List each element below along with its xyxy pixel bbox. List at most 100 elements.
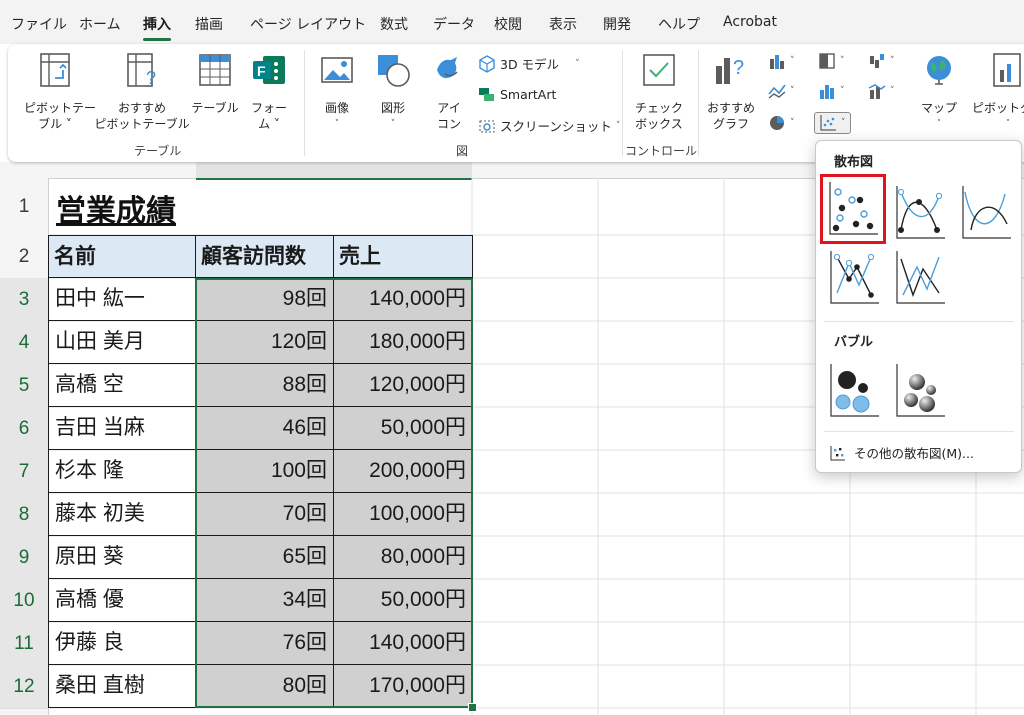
sales-cell[interactable]: 170,000円 [333,665,473,708]
tab-insert[interactable]: 挿入 [143,14,171,41]
statistic-chart-button[interactable]: ˅ [818,82,845,100]
row-header[interactable]: 6 [0,407,48,451]
smartart-button[interactable]: SmartArt [478,85,556,103]
recommended-charts-label-2: グラフ [712,117,749,131]
visits-cell[interactable]: 65回 [195,536,334,579]
tab-draw[interactable]: 描画 [195,14,223,34]
visits-cell[interactable]: 80回 [195,665,334,708]
forms-button[interactable]: F フォー ム ˅ [244,52,294,132]
tab-formulas[interactable]: 数式 [380,14,408,34]
pivot-chart-chevron-down-icon: ˅ [1005,119,1011,129]
sales-cell[interactable]: 140,000円 [333,278,473,321]
row-header[interactable]: 9 [0,536,48,580]
sales-cell[interactable]: 180,000円 [333,321,473,364]
tab-file[interactable]: ファイル [11,14,67,34]
column-chart-button[interactable]: ˅ [768,52,795,70]
row-header[interactable]: 8 [0,493,48,537]
name-cell[interactable]: 田中 紘一 [48,278,196,321]
bird-icon [437,57,458,79]
tab-acrobat[interactable]: Acrobat [723,14,777,30]
row-header[interactable]: 7 [0,450,48,494]
name-cell[interactable]: 杉本 隆 [48,450,196,493]
header-cell-name[interactable]: 名前 [48,235,196,278]
sales-cell[interactable]: 140,000円 [333,622,473,665]
row-header[interactable]: 3 [0,278,48,322]
bubble-3d-option[interactable] [890,359,945,417]
row-header[interactable]: 10 [0,579,48,623]
scatter-chart-button[interactable]: ˅ [814,112,851,134]
name-cell[interactable]: 山田 美月 [48,321,196,364]
tab-view[interactable]: 表示 [549,14,577,34]
scatter-straight-lines-option[interactable] [890,246,945,304]
name-cell[interactable]: 高橋 空 [48,364,196,407]
tab-developer[interactable]: 開発 [603,14,631,34]
checkbox-label-2: ボックス [635,117,683,131]
row-header[interactable]: 4 [0,321,48,365]
icons-button[interactable]: アイ コン [424,52,474,132]
waterfall-chart-button[interactable]: ˅ [868,52,895,70]
bubble-section-label: バブル [834,335,874,350]
more-scatter-charts-item[interactable]: その他の散布図(M)... [830,443,974,462]
row-header[interactable]: 1 [0,178,48,236]
name-cell[interactable]: 吉田 当麻 [48,407,196,450]
image-icon [321,57,353,83]
visits-cell[interactable]: 100回 [195,450,334,493]
sales-cell[interactable]: 50,000円 [333,579,473,622]
row-header[interactable]: 5 [0,364,48,408]
map-button[interactable]: マップ ˅ [914,52,964,132]
checkbox-button[interactable]: チェック ボックス [628,52,690,132]
sheet-title[interactable]: 営業成績 [56,186,176,230]
hierarchy-chart-button[interactable]: ˅ [818,52,845,70]
sales-cell[interactable]: 100,000円 [333,493,473,536]
tab-data[interactable]: データ [433,14,475,34]
scatter-straight-lines-markers-option[interactable] [824,246,879,304]
3d-model-button[interactable]: 3D モデル ˅ [478,54,580,73]
more-scatter-charts-label: その他の散布図(M)... [854,446,974,461]
scatter-small-icon [830,445,845,460]
pivot-chart-button[interactable]: ピボットグラ ˅ [968,52,1024,132]
name-cell[interactable]: 高橋 優 [48,579,196,622]
row-header[interactable]: 2 [0,235,48,279]
scatter-markers-only-option[interactable] [820,174,886,244]
name-cell[interactable]: 藤本 初美 [48,493,196,536]
visits-cell[interactable]: 70回 [195,493,334,536]
table-button[interactable]: テーブル [190,52,240,116]
scatter-smooth-lines-option[interactable] [956,181,1011,239]
tab-page-layout[interactable]: ページ レイアウト [250,14,366,34]
image-button[interactable]: 画像 ˅ [312,52,362,132]
scatter-smooth-lines-markers-option[interactable] [890,181,945,239]
header-cell-visits[interactable]: 顧客訪問数 [195,235,334,278]
recommended-charts-button[interactable]: ? おすすめ グラフ [703,52,759,132]
header-cell-sales[interactable]: 売上 [333,235,473,278]
visits-cell[interactable]: 34回 [195,579,334,622]
visits-cell[interactable]: 98回 [195,278,334,321]
combo-chart-button[interactable]: ˅ [868,82,895,100]
visits-cell[interactable]: 76回 [195,622,334,665]
group-label-table: テーブル [134,144,182,158]
screenshot-button[interactable]: スクリーンショット ˅ [478,116,620,135]
tab-help[interactable]: ヘルプ [658,14,700,34]
sales-cell[interactable]: 120,000円 [333,364,473,407]
line-chart-button[interactable]: ˅ [768,82,795,100]
bubble-option[interactable] [824,359,879,417]
sales-cell[interactable]: 50,000円 [333,407,473,450]
recommended-pivot-button[interactable]: ? おすすめ ピボットテーブル [94,52,190,132]
fill-handle[interactable] [468,703,477,712]
scatter-section-label: 散布図 [834,155,874,170]
sales-cell[interactable]: 80,000円 [333,536,473,579]
name-cell[interactable]: 伊藤 良 [48,622,196,665]
shapes-button[interactable]: 図形 ˅ [368,52,418,132]
tab-home[interactable]: ホーム [79,14,121,34]
pivot-table-button[interactable]: ピボットテー ブル ˅ [24,52,96,132]
3d-model-label: 3D モデル [500,57,560,72]
row-header[interactable]: 11 [0,622,48,666]
name-cell[interactable]: 桑田 直樹 [48,665,196,708]
sales-cell[interactable]: 200,000円 [333,450,473,493]
tab-review[interactable]: 校閲 [494,14,522,34]
pie-chart-button[interactable]: ˅ [768,114,795,132]
visits-cell[interactable]: 120回 [195,321,334,364]
visits-cell[interactable]: 46回 [195,407,334,450]
row-header[interactable]: 12 [0,665,48,709]
visits-cell[interactable]: 88回 [195,364,334,407]
name-cell[interactable]: 原田 葵 [48,536,196,579]
